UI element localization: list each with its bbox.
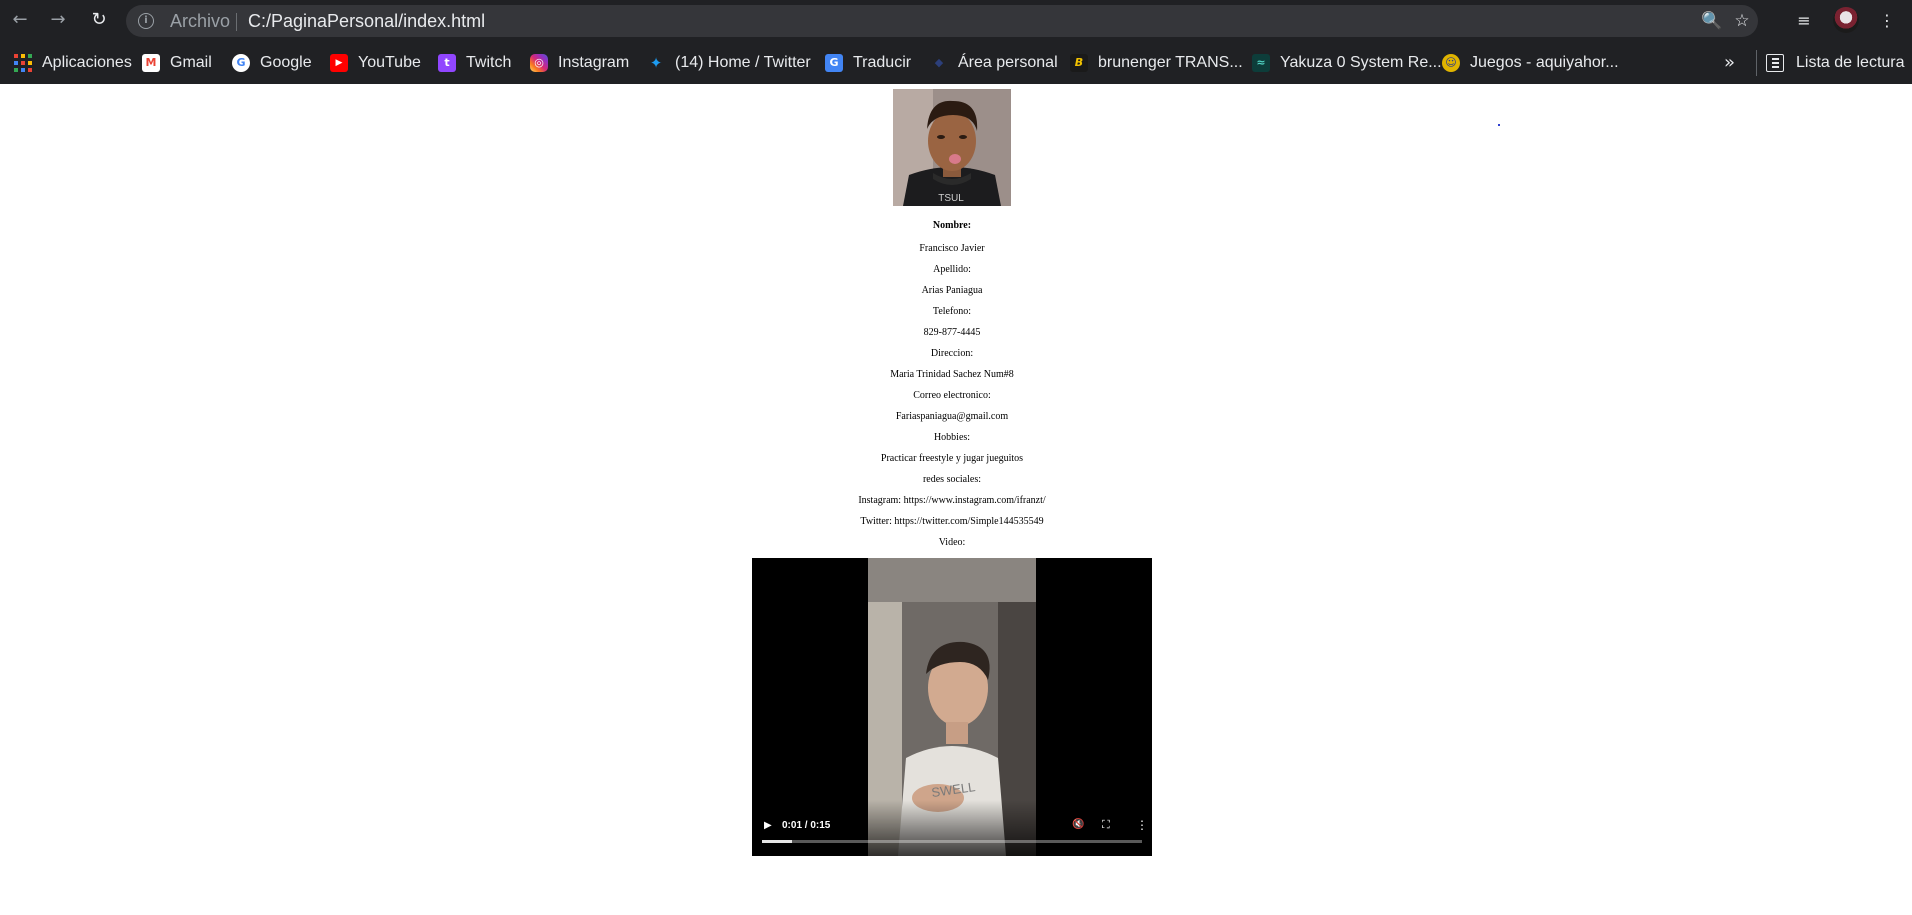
browser-menu-icon[interactable]: ⋮ (1874, 8, 1900, 34)
bookmark-juegos[interactable]: ☺ Juegos - aquiyahor... (1442, 50, 1619, 76)
bookmark-instagram[interactable]: ◎ Instagram (530, 50, 629, 76)
telefono-value: 829-877-4445 (923, 327, 981, 338)
bookmark-gmail[interactable]: M Gmail (142, 50, 212, 76)
media-control-icon[interactable]: ≡ (1791, 8, 1817, 34)
reading-list-icon (1766, 54, 1784, 72)
stray-dot (1498, 124, 1500, 126)
instagram-link: Instagram: https://www.instagram.com/ifr… (858, 495, 1046, 506)
yakuza-icon: ≈ (1252, 54, 1270, 72)
nombre-label: Nombre: (932, 220, 972, 231)
forward-arrow-icon: → (50, 9, 66, 30)
nombre-value: Francisco Javier (919, 243, 985, 254)
media-glyph: ≡ (1797, 11, 1811, 30)
hobbies-label: Hobbies: (933, 432, 971, 443)
video-more-icon[interactable]: ⋮ (1136, 818, 1148, 832)
page-content: TSUL Nombre: Francisco Javier Apellido: … (0, 84, 1912, 915)
address-bar[interactable]: i Archivo C:/PaginaPersonal/index.html 🔍… (126, 5, 1758, 37)
zoom-glyph: 🔍 (1701, 11, 1723, 31)
twitter-icon: ✦ (649, 54, 663, 72)
bookmarks-divider (1756, 50, 1757, 76)
bookmark-twitch[interactable]: t Twitch (438, 50, 511, 76)
video-player[interactable]: SWELL ▶ 0:01 / 0:15 🔇 ⛶ ⋮ (752, 558, 1152, 856)
redes-sociales-label: redes sociales: (922, 474, 982, 485)
bookmark-label: Google (260, 54, 312, 71)
info-icon[interactable]: i (138, 13, 154, 29)
telefono-label: Telefono: (932, 306, 972, 317)
bookmark-label: (14) Home / Twitter (675, 54, 811, 71)
twitter-link: Twitter: https://twitter.com/Simple14453… (860, 516, 1044, 527)
profile-photo-illustration: TSUL (893, 89, 1011, 206)
bookmark-traducir[interactable]: G Traducir (825, 50, 911, 76)
bookmark-area-personal[interactable]: ◆ Área personal (930, 50, 1058, 76)
gmail-icon: M (142, 54, 160, 72)
apellido-value: Arias Paniagua (921, 285, 983, 296)
bookmark-label: Aplicaciones (42, 54, 132, 71)
bookmark-google[interactable]: G Google (232, 50, 312, 76)
address-divider (236, 13, 237, 31)
bookmark-star-icon[interactable]: ☆ (1730, 9, 1754, 33)
translate-icon: G (825, 54, 843, 72)
reading-list-button[interactable]: Lista de lectura (1766, 50, 1905, 76)
bookmark-label: Traducir (853, 54, 912, 71)
browser-toolbar: ← → ↻ i Archivo C:/PaginaPersonal/index.… (0, 0, 1912, 42)
reading-list-label: Lista de lectura (1796, 54, 1905, 71)
bookmark-label: Juegos - aquiyahor... (1470, 54, 1619, 71)
video-label: Video: (938, 537, 966, 548)
apellido-label: Apellido: (933, 264, 971, 275)
bookmarks-bar: Aplicaciones M Gmail G Google ▶ YouTube … (0, 42, 1912, 84)
back-arrow-icon: ← (12, 9, 28, 30)
zoom-icon[interactable]: 🔍 (1700, 9, 1724, 33)
youtube-icon: ▶ (330, 54, 348, 72)
more-bookmarks-chevron-icon[interactable]: » (1724, 50, 1735, 76)
bookmark-label: brunenger TRANS... (1098, 54, 1243, 71)
video-progress-fill (762, 840, 793, 843)
profile-info: Nombre: Francisco Javier Apellido: Arias… (0, 214, 1904, 553)
brunenger-icon: B (1070, 54, 1088, 72)
bookmark-label: Twitch (466, 54, 512, 71)
google-icon: G (232, 54, 250, 72)
mute-icon[interactable]: 🔇 (1072, 819, 1084, 830)
reload-button[interactable]: ↻ (87, 8, 111, 32)
area-personal-icon: ◆ (934, 56, 944, 69)
star-glyph: ☆ (1734, 11, 1750, 31)
twitch-icon: t (438, 54, 456, 72)
bookmark-yakuza[interactable]: ≈ Yakuza 0 System Re... (1252, 50, 1442, 76)
bookmark-aplicaciones[interactable]: Aplicaciones (14, 50, 132, 76)
instagram-icon: ◎ (530, 54, 548, 72)
url-text[interactable]: C:/PaginaPersonal/index.html (248, 11, 485, 32)
apps-grid-icon (14, 54, 32, 72)
profile-photo: TSUL (893, 89, 1011, 206)
video-time: 0:01 / 0:15 (782, 820, 831, 831)
svg-text:TSUL: TSUL (938, 193, 964, 204)
video-progress-bar[interactable] (762, 840, 1142, 843)
menu-glyph: ⋮ (1879, 11, 1895, 30)
bookmark-label: YouTube (358, 54, 421, 71)
video-controls: ▶ 0:01 / 0:15 🔇 ⛶ ⋮ (752, 800, 1152, 856)
forward-button[interactable]: → (46, 8, 70, 32)
correo-value: Fariaspaniagua@gmail.com (895, 411, 1009, 422)
bookmark-label: Área personal (958, 54, 1058, 71)
juegos-icon: ☺ (1442, 54, 1460, 72)
play-icon[interactable]: ▶ (764, 820, 772, 831)
bookmark-brunenger[interactable]: B brunenger TRANS... (1070, 50, 1243, 76)
correo-label: Correo electronico: (913, 390, 991, 401)
url-scheme-label: Archivo (170, 11, 231, 31)
reload-icon: ↻ (91, 9, 107, 30)
bookmark-twitter[interactable]: ✦ (14) Home / Twitter (647, 50, 811, 76)
back-button[interactable]: ← (8, 8, 32, 32)
bookmark-label: Yakuza 0 System Re... (1280, 54, 1442, 71)
fullscreen-icon[interactable]: ⛶ (1102, 818, 1110, 832)
profile-avatar[interactable] (1833, 7, 1859, 33)
bookmark-youtube[interactable]: ▶ YouTube (330, 50, 421, 76)
direccion-label: Direccion: (930, 348, 974, 359)
bookmark-label: Gmail (170, 54, 212, 71)
hobbies-value: Practicar freestyle y jugar jueguitos (880, 453, 1024, 464)
bookmark-label: Instagram (558, 54, 630, 71)
direccion-value: Maria Trinidad Sachez Num#8 (890, 369, 1014, 380)
